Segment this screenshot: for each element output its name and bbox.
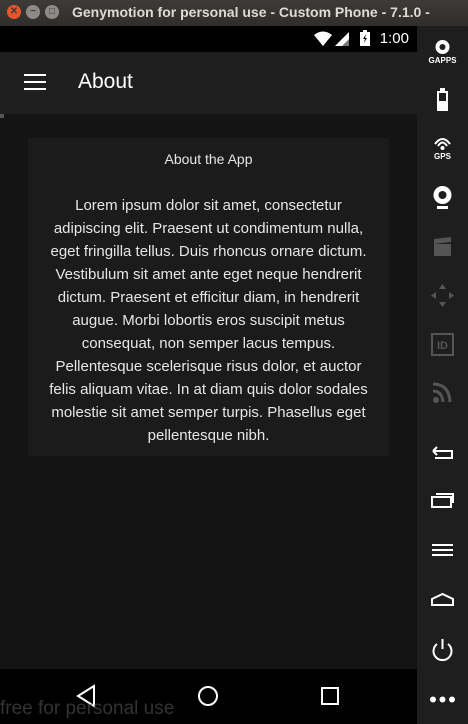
network-button[interactable] — [427, 378, 458, 409]
device-id-button[interactable]: ID — [427, 329, 458, 360]
recent-apps-icon — [431, 493, 454, 508]
gps-icon — [434, 138, 451, 150]
progress-indicator — [0, 114, 4, 118]
gps-button[interactable]: GPS — [427, 134, 458, 165]
power-button[interactable] — [427, 634, 458, 665]
media-button[interactable] — [427, 232, 458, 263]
gapps-label: GAPPS — [428, 56, 457, 65]
home-tool-icon — [431, 592, 454, 606]
maximize-button[interactable]: □ — [45, 5, 59, 19]
battery-tool-button[interactable] — [427, 84, 458, 115]
home-icon[interactable] — [193, 681, 223, 711]
return-icon — [432, 446, 453, 459]
recent-apps-tool-button[interactable] — [427, 486, 458, 517]
menu-icon — [432, 544, 453, 556]
svg-text:ID: ID — [437, 340, 448, 352]
power-icon — [432, 639, 453, 662]
gps-label: GPS — [434, 152, 451, 161]
dpad-icon — [431, 284, 454, 307]
webcam-button[interactable] — [427, 182, 458, 213]
card-body: Lorem ipsum dolor sit amet, consectetur … — [49, 197, 368, 444]
menu-tool-button[interactable] — [427, 534, 458, 565]
device-screen: 1:00 About About the App Lorem ipsum dol… — [0, 26, 417, 669]
status-bar: 1:00 — [0, 26, 417, 52]
gapps-button[interactable]: GAPPS — [427, 38, 458, 69]
close-icon: ✕ — [9, 6, 19, 17]
signal-icon — [335, 32, 349, 46]
device-id-icon: ID — [431, 333, 454, 356]
rss-icon — [432, 382, 452, 403]
dpad-button[interactable] — [427, 280, 458, 311]
battery-tool-icon — [437, 88, 448, 111]
recents-icon[interactable] — [315, 681, 345, 711]
card-title: About the App — [164, 151, 253, 167]
home-tool-button[interactable] — [427, 583, 458, 614]
window-title: Genymotion for personal use - Custom Pho… — [72, 4, 430, 20]
close-button[interactable]: ✕ — [7, 5, 21, 19]
minimize-button[interactable]: − — [26, 5, 40, 19]
about-card: About the App Lorem ipsum dolor sit amet… — [28, 138, 389, 456]
hamburger-menu-icon[interactable] — [24, 74, 46, 92]
window-titlebar: ✕ − □ Genymotion for personal use - Cust… — [0, 0, 468, 26]
minimize-icon: − — [30, 6, 36, 17]
gapps-icon — [435, 40, 450, 54]
maximize-icon: □ — [48, 6, 56, 17]
app-bar: About — [0, 52, 417, 114]
back-tool-button[interactable] — [427, 438, 458, 469]
page-title: About — [78, 70, 133, 93]
emulator-toolbar: GAPPS GPS ID — [417, 26, 468, 724]
clapperboard-icon — [434, 237, 451, 256]
wifi-icon — [314, 31, 332, 46]
more-options-button[interactable] — [427, 684, 458, 715]
more-options-icon — [430, 696, 455, 703]
battery-icon — [360, 30, 370, 46]
webcam-icon — [433, 186, 452, 209]
status-time: 1:00 — [379, 30, 409, 47]
watermark-text: free for personal use — [0, 698, 175, 719]
